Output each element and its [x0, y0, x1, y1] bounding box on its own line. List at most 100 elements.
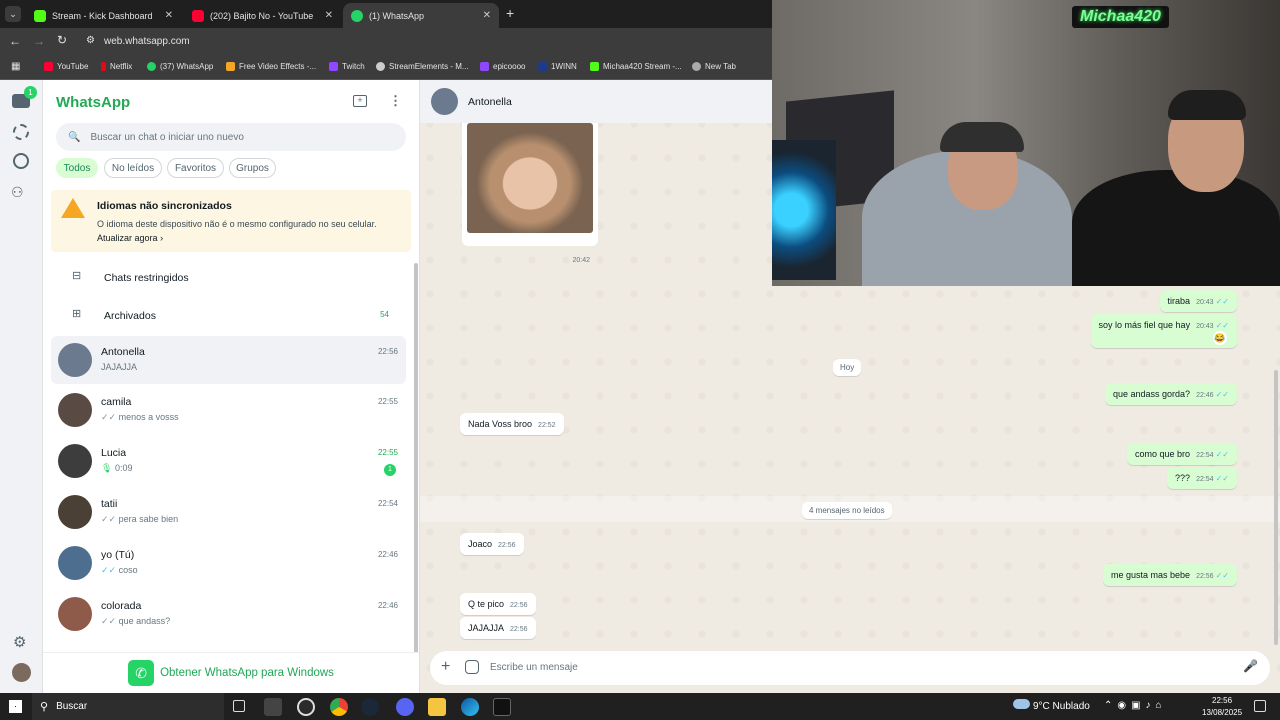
message-out[interactable]: tiraba 20:43 ✓✓ — [1159, 290, 1237, 312]
chat-row-camila[interactable]: camila ✓✓ menos a vosss 22:55 — [51, 386, 406, 434]
close-tab-icon[interactable]: ✕ — [483, 10, 491, 21]
chat-row-colorada[interactable]: colorada ✓✓ que andass? 22:46 — [51, 590, 406, 638]
chat-list-scrollbar[interactable] — [414, 263, 418, 653]
filter-no-leidos[interactable]: No leídos — [104, 158, 162, 178]
profile-avatar[interactable] — [12, 663, 31, 682]
kick-favicon-icon — [34, 9, 46, 22]
filter-todos[interactable]: Todos — [56, 158, 98, 178]
message-out[interactable]: que andass gorda? 22:46 ✓✓ — [1105, 383, 1237, 405]
bookmark-netflix[interactable]: Netflix — [101, 62, 132, 71]
chat-scrollbar[interactable] — [1274, 370, 1278, 645]
weather-text[interactable]: 9°C Nublado — [1033, 701, 1090, 712]
tab-youtube[interactable]: (202) Bajito No - YouTube ✕ — [184, 3, 341, 28]
clock-time[interactable]: 22:56 — [1212, 696, 1232, 705]
double-check-icon: ✓✓ — [101, 616, 117, 626]
bookmark-epicoooo[interactable]: epicoooo — [480, 62, 525, 71]
bookmark-twitch[interactable]: Twitch — [329, 62, 365, 71]
twitch-icon — [329, 62, 338, 71]
tab-kick-dashboard[interactable]: Stream - Kick Dashboard ✕ — [26, 3, 181, 28]
bookmark-streamelements[interactable]: StreamElements - M... — [376, 62, 469, 71]
message-in[interactable]: Joaco 22:56 — [460, 533, 524, 555]
double-check-icon: ✓✓ — [1215, 390, 1229, 399]
taskbar-app-icon[interactable] — [264, 698, 282, 716]
chat-row-tatii[interactable]: tatii ✓✓ pera sabe bien 22:54 — [51, 488, 406, 536]
filter-grupos[interactable]: Grupos — [229, 158, 276, 178]
bookmark-new-tab[interactable]: New Tab — [692, 62, 736, 71]
microphone-icon[interactable]: 🎤 — [1243, 659, 1258, 673]
contact-avatar[interactable] — [431, 88, 458, 115]
whatsapp-logo-icon: ✆ — [128, 660, 155, 686]
new-tab-plus-icon[interactable]: + — [506, 5, 514, 21]
chat-row-lucia[interactable]: Lucia 🎙 0:09 22:55 1 — [51, 437, 406, 485]
person-right — [1072, 170, 1280, 286]
close-tab-icon[interactable]: ✕ — [165, 10, 173, 21]
message-input[interactable]: Escribe un mensaje — [490, 662, 578, 673]
windows-taskbar: ⚲ Buscar 9°C Nublado ⌃◉▣♪⌂ 22:56 13/08/2… — [0, 693, 1280, 720]
communities-icon[interactable]: ⚇ — [11, 184, 24, 201]
reaction-emoji-icon[interactable]: 😂 — [1213, 331, 1227, 345]
taskbar-search[interactable]: ⚲ Buscar — [32, 693, 224, 720]
bookmark-whatsapp[interactable]: (37) WhatsApp — [147, 62, 213, 71]
back-arrow-icon[interactable]: ← — [9, 34, 21, 48]
chrome-icon[interactable] — [330, 698, 348, 716]
globe-icon — [692, 62, 701, 71]
discord-icon[interactable] — [396, 698, 414, 716]
task-view-icon[interactable] — [233, 700, 245, 712]
settings-gear-icon[interactable]: ⚙ — [13, 633, 26, 651]
contact-name[interactable]: Antonella — [468, 96, 512, 108]
message-in[interactable]: Q te pico 22:56 — [460, 593, 536, 615]
browser-tab-bar: ⌄ Stream - Kick Dashboard ✕ (202) Bajito… — [0, 0, 772, 28]
status-icon[interactable] — [13, 124, 29, 140]
message-out[interactable]: como que bro 22:54 ✓✓ — [1127, 443, 1237, 465]
message-in[interactable]: JAJAJJA 22:56 — [460, 617, 536, 639]
toddler-photo[interactable] — [467, 123, 593, 233]
pc-case-glow — [772, 140, 836, 280]
chat-row-yo[interactable]: yo (Tú) ✓✓ coso 22:46 — [51, 539, 406, 587]
notifications-icon[interactable] — [1254, 700, 1266, 712]
bookmark-youtube[interactable]: YouTube — [44, 62, 88, 71]
system-tray-icons[interactable]: ⌃◉▣♪⌂ — [1104, 700, 1167, 711]
menu-kebab-icon[interactable]: ⋮ — [389, 93, 402, 109]
site-settings-icon[interactable]: ⚙ — [86, 35, 95, 46]
message-out[interactable]: ??? 22:54 ✓✓ — [1167, 467, 1237, 489]
chat-preview: ✓✓ menos a vosss — [101, 412, 179, 422]
message-in[interactable]: Nada Voss broo 22:52 — [460, 413, 564, 435]
url-text[interactable]: web.whatsapp.com — [104, 36, 190, 47]
search-input[interactable]: 🔍 Buscar un chat o iniciar uno nuevo — [56, 123, 406, 151]
bookmark-1winn[interactable]: 1WINN — [538, 62, 577, 71]
close-tab-icon[interactable]: ✕ — [325, 10, 333, 21]
tab-list-chevron-icon[interactable]: ⌄ — [5, 6, 21, 22]
file-explorer-icon[interactable] — [428, 698, 446, 716]
bookmark-free-video-effects[interactable]: Free Video Effects -... — [226, 62, 316, 71]
update-now-link[interactable]: Atualizar agora › — [97, 233, 163, 243]
avatar — [58, 597, 92, 631]
edge-icon[interactable] — [461, 698, 479, 716]
search-placeholder: Buscar un chat o iniciar uno nuevo — [90, 131, 244, 143]
person-left-cap — [940, 122, 1024, 152]
chevron-right-icon: › — [160, 233, 164, 243]
steam-icon[interactable] — [361, 698, 379, 716]
capcut-icon[interactable] — [493, 698, 511, 716]
windows-start-icon[interactable] — [9, 700, 22, 713]
sticker-emoji-icon[interactable] — [465, 660, 479, 674]
youtube-favicon-icon — [192, 9, 204, 22]
mouse-cursor-icon — [700, 656, 707, 667]
image-message[interactable]: 20:42 — [462, 118, 598, 264]
tab-whatsapp[interactable]: (1) WhatsApp ✕ — [343, 3, 499, 28]
get-whatsapp-windows-link[interactable]: ✆ Obtener WhatsApp para Windows — [43, 652, 419, 693]
archived-row[interactable]: ⊞ Archivados 54 — [51, 296, 406, 334]
restricted-chats-row[interactable]: ⊟ Chats restringidos — [51, 258, 406, 296]
weather-cloud-icon[interactable] — [1013, 699, 1030, 709]
chat-row-antonella[interactable]: Antonella JAJAJJA 22:56 — [51, 336, 406, 384]
channels-icon[interactable] — [13, 153, 29, 169]
filter-favoritos[interactable]: Favoritos — [167, 158, 224, 178]
obs-icon[interactable] — [297, 698, 315, 716]
forward-arrow-icon[interactable]: → — [33, 34, 45, 48]
new-chat-icon[interactable]: + — [353, 95, 367, 107]
reload-icon[interactable]: ↻ — [57, 33, 67, 47]
apps-grid-icon[interactable]: ▦ — [11, 61, 20, 72]
clock-date[interactable]: 13/08/2025 — [1202, 708, 1242, 717]
message-out[interactable]: me gusta mas bebe 22:56 ✓✓ — [1103, 564, 1237, 586]
bookmark-kick-stream[interactable]: Michaa420 Stream -... — [590, 62, 682, 71]
attach-plus-icon[interactable]: + — [441, 658, 450, 676]
